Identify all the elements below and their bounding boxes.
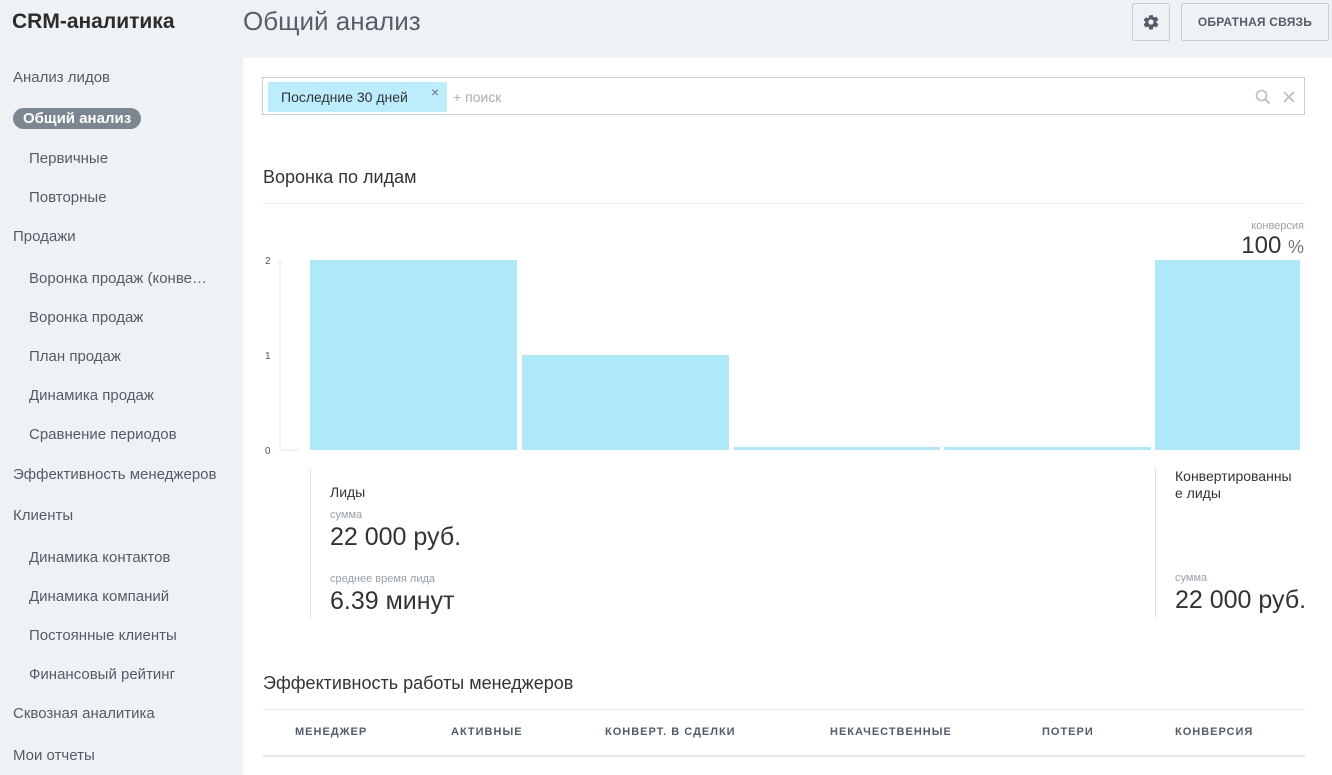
sidebar-item[interactable]: Сравнение периодов: [29, 426, 211, 443]
sidebar-item[interactable]: Финансовый рейтинг: [29, 666, 211, 683]
converted-stats: Конвертированные лиды: [1175, 468, 1295, 502]
sidebar-item[interactable]: Динамика продаж: [29, 387, 211, 404]
funnel-bar[interactable]: [734, 447, 940, 450]
funnel-bar[interactable]: [944, 447, 1151, 450]
leads-divider: [310, 468, 311, 618]
leads-sum: сумма: [330, 509, 362, 521]
sidebar-item[interactable]: Динамика компаний: [29, 588, 211, 605]
gear-icon: [1143, 14, 1159, 30]
leads-avg: среднее время лида: [330, 573, 435, 585]
page-title: Общий анализ: [243, 6, 421, 36]
y-tick-label: 1: [265, 351, 271, 362]
converted-sum: сумма: [1175, 572, 1207, 584]
sidebar-item[interactable]: Динамика контактов: [29, 549, 211, 566]
sidebar-item[interactable]: Анализ лидов: [13, 69, 228, 86]
sidebar-item[interactable]: Воронка продаж (конверсия): [29, 270, 211, 287]
table-column-header[interactable]: КОНВЕРСИЯ: [1175, 726, 1253, 738]
converted-title: Конвертированные лиды: [1175, 468, 1292, 501]
leads-avg-block: 6.39 минут: [330, 587, 455, 616]
sidebar-item[interactable]: Первичные: [29, 150, 211, 167]
y-tick-label: 0: [265, 446, 271, 457]
table-column-header[interactable]: НЕКАЧЕСТВЕННЫЕ: [830, 726, 952, 738]
sidebar-item[interactable]: План продаж: [29, 348, 211, 365]
sidebar-item[interactable]: Постоянные клиенты: [29, 627, 211, 644]
sidebar-item[interactable]: Сквозная аналитика: [13, 705, 228, 722]
table-column-header[interactable]: ПОТЕРИ: [1042, 726, 1094, 738]
app-title: CRM-аналитика: [12, 10, 175, 33]
main-panel: Последние 30 дней × Воронка по лидам 012…: [243, 58, 1332, 775]
funnel-chart: 0 1 2: [265, 256, 1300, 457]
conversion-unit: %: [1287, 237, 1304, 257]
sidebar-item[interactable]: Воронка продаж: [29, 309, 211, 326]
managers-title: Эффективность работы менеджеров: [263, 673, 574, 693]
conversion-number: 100: [1241, 232, 1282, 259]
conversion-value: 100 %: [1143, 232, 1304, 260]
feedback-button[interactable]: ОБРАТНАЯ СВЯЗЬ: [1181, 3, 1329, 41]
leads-avg-label: среднее время лида: [330, 573, 436, 585]
managers-table-border: [263, 755, 1305, 757]
leads-avg-value: 6.39 минут: [330, 587, 455, 615]
y-tick-label: 2: [265, 256, 271, 267]
managers-divider: [263, 709, 1305, 710]
leads-sum-block: 22 000 руб.: [330, 523, 461, 552]
converted-sum-block: 22 000 руб.: [1175, 586, 1306, 615]
converted-sum-label: сумма: [1175, 572, 1208, 584]
leads-title: Лиды: [330, 484, 366, 500]
conversion-label: конверсия: [1251, 220, 1304, 232]
sidebar-item[interactable]: Эффективность менеджеров: [13, 466, 228, 483]
converted-divider: [1155, 468, 1156, 618]
funnel-bar[interactable]: [522, 355, 729, 450]
table-column-header[interactable]: АКТИВНЫЕ: [451, 726, 523, 738]
table-column-header[interactable]: МЕНЕДЖЕР: [295, 726, 367, 738]
settings-button[interactable]: [1132, 3, 1170, 41]
sidebar-item[interactable]: Продажи: [13, 228, 228, 245]
leads-sum-label: сумма: [330, 509, 363, 521]
leads-sum-value: 22 000 руб.: [330, 523, 462, 551]
converted-sum-value: 22 000 руб.: [1175, 586, 1307, 614]
sidebar-item[interactable]: Общий анализ: [13, 108, 142, 129]
funnel-bar[interactable]: [310, 260, 517, 450]
table-column-header[interactable]: КОНВЕРТ. В СДЕЛКИ: [605, 726, 736, 738]
sidebar-item[interactable]: Повторные: [29, 189, 211, 206]
funnel-bar[interactable]: [1155, 260, 1300, 450]
sidebar-item[interactable]: Клиенты: [13, 507, 228, 524]
leads-stats: Лиды: [330, 484, 365, 500]
sidebar-item[interactable]: Мои отчеты: [13, 747, 228, 764]
sidebar: CRM-аналитика Анализ лидов Общий анализ Пе…: [0, 0, 243, 775]
